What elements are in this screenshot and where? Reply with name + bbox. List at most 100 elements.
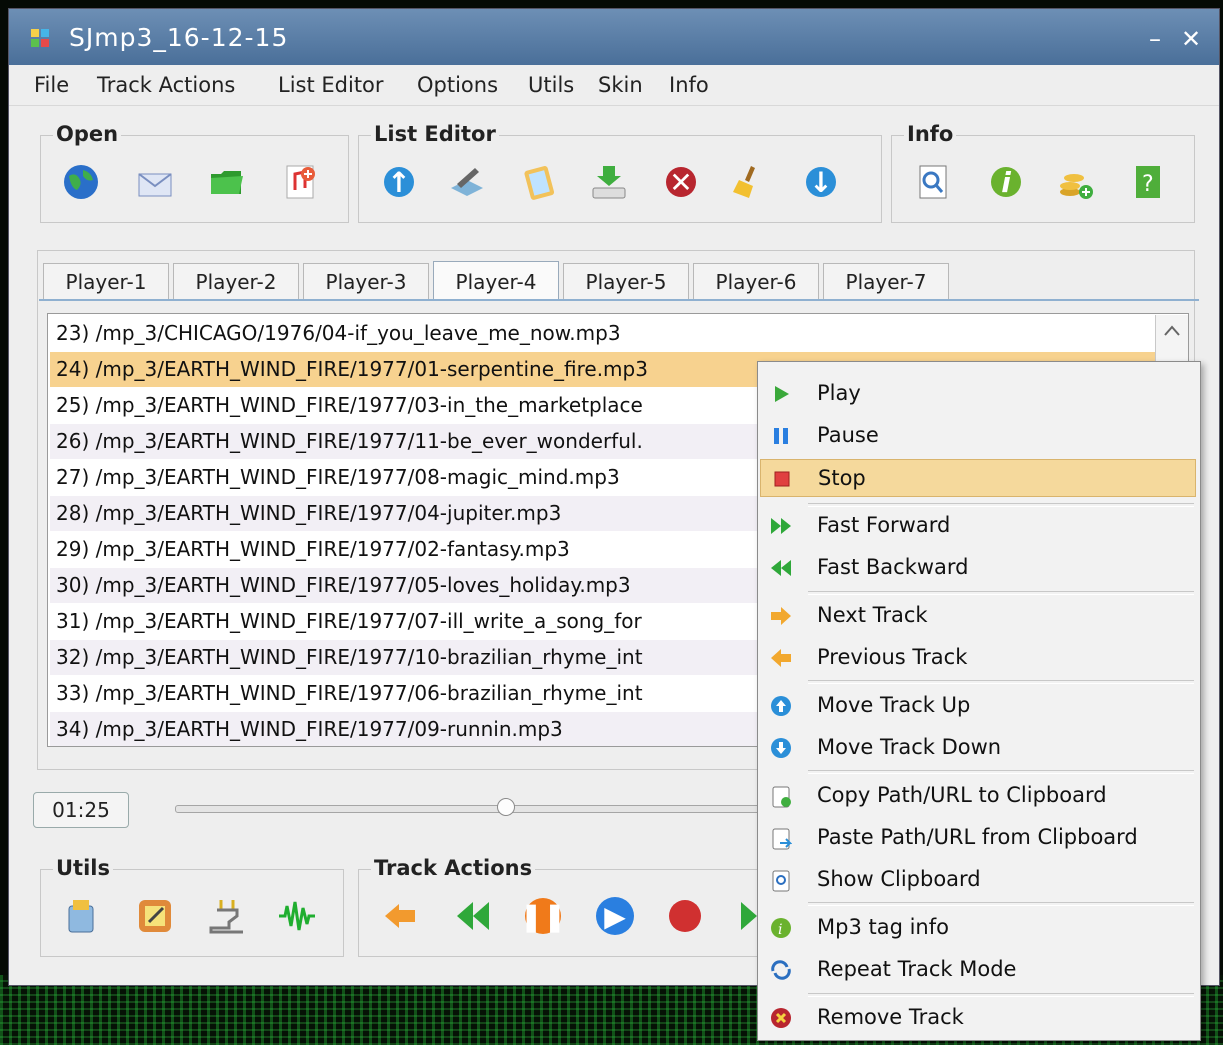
pause-icon[interactable]: ❚❚: [520, 896, 566, 936]
folder-icon[interactable]: [207, 162, 247, 202]
open-group: Open: [40, 122, 349, 223]
plug-icon[interactable]: [207, 896, 247, 936]
show-clipboard-icon: [768, 867, 794, 893]
menu-item-label: Repeat Track Mode: [817, 957, 1017, 981]
menu-item-stop[interactable]: Stop: [760, 459, 1196, 497]
menu-item-remove-track[interactable]: Remove Track: [760, 999, 1196, 1037]
previous-track-icon[interactable]: [381, 896, 421, 936]
clipboard-icon[interactable]: [519, 162, 559, 202]
move-down-icon[interactable]: ↓: [801, 162, 841, 202]
globe-icon[interactable]: [61, 162, 101, 202]
info-group: Info i ?: [891, 122, 1195, 223]
info-group-title: Info: [904, 122, 957, 146]
notepad-icon[interactable]: [135, 896, 175, 936]
menu-item-label: Pause: [817, 423, 879, 447]
position-slider[interactable]: [175, 805, 777, 813]
menu-item-play[interactable]: Play: [760, 375, 1196, 413]
menu-item-label: Mp3 tag info: [817, 915, 949, 939]
menu-item-move-down[interactable]: Move Track Down: [760, 729, 1196, 767]
list-item[interactable]: 29) /mp_3/EARTH_WIND_FIRE/1977/02-fantas…: [56, 532, 570, 567]
menu-options[interactable]: Options: [417, 73, 498, 97]
next-track-icon: [768, 603, 794, 629]
tab-player-4[interactable]: Player-4: [433, 261, 559, 301]
time-display: 01:25: [33, 792, 129, 828]
tab-player-2[interactable]: Player-2: [173, 263, 299, 299]
menu-list-editor[interactable]: List Editor: [278, 73, 384, 97]
menu-skin[interactable]: Skin: [598, 73, 643, 97]
menu-item-label: Previous Track: [817, 645, 968, 669]
tab-underline: [39, 299, 1199, 301]
waveform-icon[interactable]: [277, 896, 317, 936]
list-item[interactable]: 25) /mp_3/EARTH_WIND_FIRE/1977/03-in_the…: [56, 388, 643, 423]
menu-file[interactable]: File: [34, 73, 69, 97]
info-icon[interactable]: i: [986, 162, 1026, 202]
tab-player-7[interactable]: Player-7: [823, 263, 949, 299]
menu-item-label: Fast Forward: [817, 513, 951, 537]
menu-item-fast-forward[interactable]: Fast Forward: [760, 507, 1196, 545]
menu-utils[interactable]: Utils: [528, 73, 574, 97]
tab-player-6[interactable]: Player-6: [693, 263, 819, 299]
title-bar[interactable]: SJmp3_16-12-15 – ✕: [9, 9, 1219, 65]
menu-item-label: Fast Backward: [817, 555, 969, 579]
menu-item-label: Next Track: [817, 603, 928, 627]
menu-item-label: Move Track Up: [817, 693, 971, 717]
menu-item-previous-track[interactable]: Previous Track: [760, 639, 1196, 677]
stop-icon: [769, 466, 795, 492]
play-icon[interactable]: ▶: [595, 896, 635, 936]
mail-icon[interactable]: [135, 162, 175, 202]
fast-forward-icon: [768, 513, 794, 539]
fast-backward-icon: [768, 555, 794, 581]
menu-item-move-up[interactable]: Move Track Up: [760, 687, 1196, 725]
menu-item-repeat-track[interactable]: Repeat Track Mode: [760, 951, 1196, 989]
edit-list-icon[interactable]: [447, 162, 487, 202]
app-logo-icon: [31, 29, 49, 47]
tab-player-1[interactable]: Player-1: [43, 263, 169, 299]
menu-item-label: Paste Path/URL from Clipboard: [817, 825, 1138, 849]
menu-track-actions[interactable]: Track Actions: [97, 73, 235, 97]
help-icon[interactable]: ?: [1128, 162, 1168, 202]
list-item[interactable]: 31) /mp_3/EARTH_WIND_FIRE/1977/07-ill_wr…: [56, 604, 642, 639]
menu-item-fast-backward[interactable]: Fast Backward: [760, 549, 1196, 587]
menu-item-mp3-tag-info[interactable]: i Mp3 tag info: [760, 909, 1196, 947]
repeat-icon: [768, 957, 794, 983]
menu-separator: [808, 770, 1194, 774]
minimize-button[interactable]: –: [1149, 25, 1161, 53]
download-icon[interactable]: [589, 162, 629, 202]
menu-item-copy-path[interactable]: Copy Path/URL to Clipboard: [760, 777, 1196, 815]
menu-item-label: Show Clipboard: [817, 867, 981, 891]
paste-clipboard-icon: [768, 825, 794, 851]
previous-track-icon: [768, 645, 794, 671]
menu-item-label: Play: [817, 381, 861, 405]
tab-player-3[interactable]: Player-3: [303, 263, 429, 299]
delete-icon[interactable]: ✕: [661, 162, 701, 202]
position-slider-knob[interactable]: [497, 798, 515, 816]
broom-icon[interactable]: [729, 162, 769, 202]
track-actions-group: Track Actions ❚❚ ▶: [358, 856, 778, 957]
close-button[interactable]: ✕: [1181, 25, 1201, 53]
menu-separator: [808, 902, 1194, 906]
stop-icon[interactable]: [665, 896, 705, 936]
move-up-icon: [768, 693, 794, 719]
utils-group: Utils: [40, 856, 344, 957]
menu-item-paste-path[interactable]: Paste Path/URL from Clipboard: [760, 819, 1196, 857]
list-item[interactable]: 27) /mp_3/EARTH_WIND_FIRE/1977/08-magic_…: [56, 460, 620, 495]
list-editor-group: List Editor ↑ ✕ ↓: [358, 122, 882, 223]
menu-info[interactable]: Info: [669, 73, 709, 97]
menu-item-pause[interactable]: Pause: [760, 417, 1196, 455]
list-item[interactable]: 33) /mp_3/EARTH_WIND_FIRE/1977/06-brazil…: [56, 676, 643, 711]
menu-item-next-track[interactable]: Next Track: [760, 597, 1196, 635]
disk-tool-icon[interactable]: [61, 896, 101, 936]
search-document-icon[interactable]: [914, 162, 954, 202]
add-music-icon[interactable]: [281, 162, 321, 202]
list-item[interactable]: 23) /mp_3/CHICAGO/1976/04-if_you_leave_m…: [56, 316, 621, 351]
list-editor-group-title: List Editor: [371, 122, 499, 146]
fast-backward-icon[interactable]: [453, 896, 493, 936]
move-up-icon[interactable]: ↑: [379, 162, 419, 202]
menu-separator: [808, 993, 1194, 997]
pause-icon: [768, 423, 794, 449]
coins-add-icon[interactable]: [1056, 162, 1096, 202]
menu-item-label: Move Track Down: [817, 735, 1002, 759]
tab-player-5[interactable]: Player-5: [563, 263, 689, 299]
track-actions-group-title: Track Actions: [371, 856, 536, 880]
menu-item-show-clipboard[interactable]: Show Clipboard: [760, 861, 1196, 899]
